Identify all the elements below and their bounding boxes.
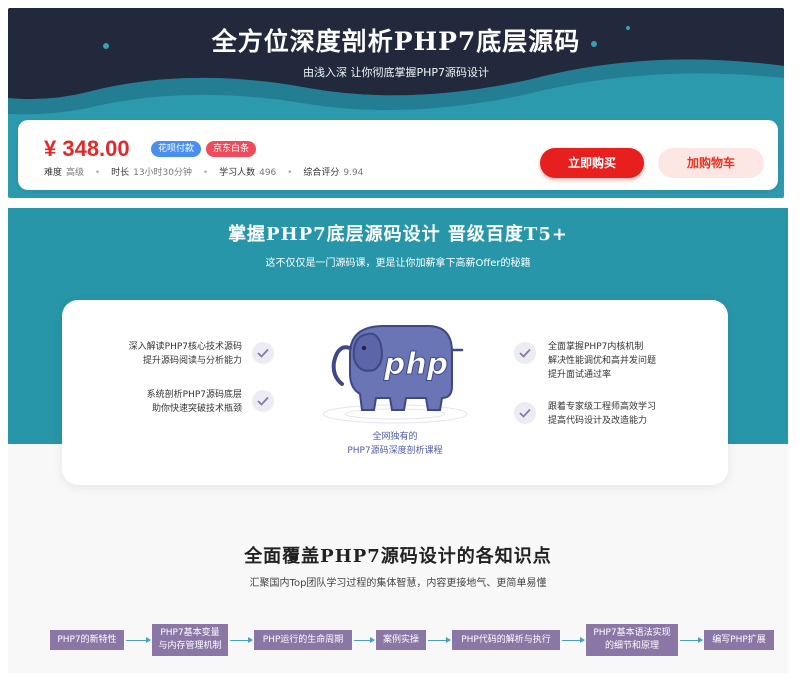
feature-card: 深入解读PHP7核心技术源码 提升源码阅读与分析能力 系统剖析PHP7源码底层 … — [62, 300, 728, 485]
feature-item: 深入解读PHP7核心技术源码 提升源码阅读与分析能力 — [82, 340, 242, 368]
feature-line: 全面掌握PHP7内核机制 — [548, 342, 644, 352]
feature-line: 助你快速突破技术瓶颈 — [151, 404, 242, 414]
flow-step: PHP7基本变量 与内存管理机制 — [152, 624, 228, 656]
meta-label: 时长 — [111, 168, 130, 178]
flow-step-label: 编写PHP扩展 — [712, 634, 766, 645]
flow-step: PHP代码的解析与执行 — [452, 630, 560, 650]
purchase-card: ¥ 348.00 花呗付款 京东白条 难度 高级 • 时长 13小时30分钟 • 学… — [18, 120, 778, 190]
flow-step: 编写PHP扩展 — [704, 630, 774, 650]
knowledge-subtitle: 汇聚国内Top团队学习过程的集体智慧，内容更接地气、更简单易懂 — [249, 578, 547, 589]
meta-value: 高级 — [66, 168, 85, 178]
check-icon — [252, 390, 274, 412]
arrow-right-icon — [428, 637, 451, 643]
knowledge-title: 全面覆盖PHP7源码设计的各知识点 — [244, 546, 552, 567]
arrow-right-icon — [680, 637, 703, 643]
feature-line: 提高代码设计及改造能力 — [548, 416, 648, 426]
caption-line: PHP7源码深度剖析课程 — [347, 446, 443, 456]
check-icon — [252, 342, 274, 364]
meta-label: 学习人数 — [219, 168, 256, 178]
course-intro-section: 掌握PHP7底层源码设计 晋级百度T5+ 这不仅仅是一门源码课，更是让你加薪拿下… — [8, 208, 788, 673]
intro-title: 掌握PHP7底层源码设计 晋级百度T5+ — [228, 224, 568, 245]
meta-separator: • — [202, 168, 209, 178]
banner-title: 全方位深度剖析PHP7底层源码 — [211, 27, 581, 56]
flow-step: PHP7基本语法实现 的细节和原理 — [586, 624, 678, 656]
buy-now-button[interactable]: 立即购买 — [540, 148, 644, 178]
arrow-right-icon — [230, 637, 253, 643]
flow-step: PHP7的新特性 — [50, 630, 124, 650]
feature-line: 系统剖析PHP7源码底层 — [146, 390, 242, 400]
logo-caption: 全网独有的 PHP7源码深度剖析课程 — [320, 430, 470, 458]
flow-step-label: PHP7基本语法实现 — [593, 628, 671, 638]
feature-line: 提升源码阅读与分析能力 — [142, 356, 242, 366]
feature-item: 跟着专家级工程师高效学习 提高代码设计及改造能力 — [548, 400, 718, 428]
arrow-right-icon — [562, 637, 585, 643]
add-to-cart-button[interactable]: 加购物车 — [658, 148, 764, 178]
php-logo-text: php — [383, 347, 448, 382]
feature-line: 深入解读PHP7核心技术源码 — [128, 342, 242, 352]
meta-value: 496 — [259, 168, 277, 178]
meta-separator: • — [94, 168, 101, 178]
meta-label: 综合评分 — [303, 168, 340, 178]
flow-step-label: PHP代码的解析与执行 — [461, 634, 551, 645]
meta-value: 9.94 — [343, 168, 364, 178]
arrow-right-icon — [126, 637, 151, 643]
huabei-badge: 花呗付款 — [151, 141, 202, 157]
feature-line: 提升面试通过率 — [548, 370, 612, 380]
flow-step-label: PHP7的新特性 — [57, 634, 117, 645]
intro-subtitle: 这不仅仅是一门源码课，更是让你加薪拿下高薪Offer的秘籍 — [265, 258, 531, 269]
meta-label: 难度 — [44, 168, 63, 178]
feature-line: 跟着专家级工程师高效学习 — [548, 402, 657, 412]
flow-step-label: 案例实操 — [382, 634, 419, 645]
php-elephant-logo: php — [322, 325, 468, 424]
meta-separator: • — [287, 168, 293, 178]
flow-step-label: PHP7基本变量 — [160, 628, 220, 638]
feature-item: 全面掌握PHP7内核机制 解决性能调优和高并发问题 提升面试通过率 — [548, 340, 718, 382]
feature-item: 系统剖析PHP7源码底层 助你快速突破技术瓶颈 — [82, 388, 242, 416]
check-icon — [514, 342, 536, 364]
caption-line: 全网独有的 — [372, 432, 418, 442]
flow-step-label: PHP运行的生命周期 — [262, 634, 344, 645]
banner-subtitle: 由浅入深 让你彻底掌握PHP7源码设计 — [302, 66, 490, 79]
flow-step-label: 与内存管理机制 — [158, 641, 222, 651]
flow-step-label: 的细节和原理 — [604, 641, 659, 651]
course-meta: 难度 高级 • 时长 13小时30分钟 • 学习人数 496 • 综合评分 9.94 — [44, 165, 363, 178]
check-icon — [514, 402, 536, 424]
meta-value: 13小时30分钟 — [133, 168, 193, 178]
flow-step: PHP运行的生命周期 — [254, 630, 352, 650]
feature-line: 解决性能调优和高并发问题 — [548, 356, 657, 366]
arrow-right-icon — [354, 637, 375, 643]
course-banner: 全方位深度剖析PHP7底层源码 由浅入深 让你彻底掌握PHP7源码设计 ¥ 34… — [8, 8, 784, 198]
flow-step: 案例实操 — [376, 630, 426, 650]
jd-baitiao-badge: 京东白条 — [206, 141, 257, 157]
price: ¥ 348.00 — [44, 136, 130, 161]
